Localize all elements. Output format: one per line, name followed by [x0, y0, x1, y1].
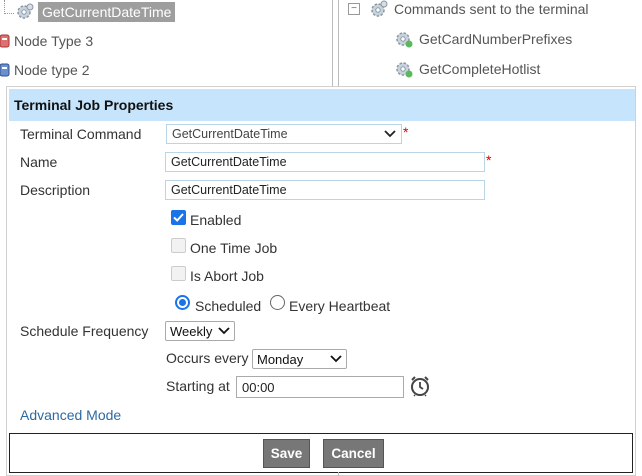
terminal-job-properties-dialog: Terminal Job Properties Terminal Command…	[6, 86, 636, 476]
required-marker: *	[486, 152, 492, 168]
tree-group-label: Commands sent to the terminal	[394, 1, 589, 17]
one-time-job-checkbox[interactable]	[171, 238, 186, 253]
dialog-footer: Save Cancel	[9, 433, 633, 473]
every-heartbeat-radio[interactable]	[270, 295, 285, 310]
occurs-every-value: Monday	[257, 351, 304, 367]
occurs-every-label: Occurs every	[166, 350, 249, 366]
starting-at-label: Starting at	[166, 378, 230, 394]
name-label: Name	[20, 154, 58, 170]
occurs-every-select[interactable]: Monday	[252, 349, 347, 369]
gear-icon	[394, 59, 414, 79]
scheduled-label: Scheduled	[195, 298, 262, 314]
tree-command-item[interactable]: GetCompleteHotlist	[394, 59, 540, 79]
one-time-job-label: One Time Job	[190, 240, 278, 256]
tree-node-label[interactable]: GetCurrentDateTime	[38, 2, 176, 22]
tree-node-type-3[interactable]: Node Type 3	[0, 33, 93, 49]
gear-icon	[16, 3, 34, 21]
is-abort-job-label: Is Abort Job	[190, 268, 264, 284]
tree-node-type-2[interactable]: Node type 2	[0, 62, 90, 78]
starting-at-input[interactable]	[236, 376, 404, 398]
schedule-frequency-value: Weekly	[170, 323, 213, 339]
node-type-icon	[0, 33, 10, 49]
tree-connector	[4, 0, 5, 14]
gear-icon	[394, 29, 414, 49]
gear-icon	[370, 0, 388, 18]
chevron-down-icon	[384, 130, 396, 138]
save-button[interactable]: Save	[263, 439, 310, 468]
tree-group-commands[interactable]: − Commands sent to the terminal	[348, 0, 589, 18]
right-panel-edge	[338, 472, 642, 476]
enabled-checkbox[interactable]	[171, 210, 186, 225]
name-input[interactable]	[165, 152, 485, 172]
chevron-down-icon	[218, 327, 230, 335]
required-marker: *	[403, 124, 409, 140]
tree-node-selected[interactable]: GetCurrentDateTime	[16, 2, 176, 22]
tree-node-label: Node type 2	[14, 62, 90, 78]
is-abort-job-checkbox[interactable]	[171, 266, 186, 281]
tree-connector	[4, 13, 14, 14]
description-input[interactable]	[165, 180, 485, 200]
tree-command-label: GetCompleteHotlist	[419, 61, 541, 77]
terminal-command-select[interactable]: GetCurrentDateTime	[166, 124, 402, 144]
cancel-button[interactable]: Cancel	[323, 439, 384, 468]
left-tree-panel: GetCurrentDateTime Node Type 3 Node type…	[0, 0, 333, 88]
schedule-frequency-label: Schedule Frequency	[20, 323, 149, 339]
description-label: Description	[20, 182, 91, 198]
advanced-mode-link[interactable]: Advanced Mode	[20, 407, 121, 423]
collapse-icon[interactable]: −	[348, 3, 360, 15]
node-type-icon	[0, 62, 10, 78]
right-tree-panel: − Commands sent to the terminal GetCardN…	[338, 0, 642, 88]
dialog-title: Terminal Job Properties	[9, 89, 635, 121]
schedule-frequency-select[interactable]: Weekly	[165, 321, 235, 341]
scheduled-radio[interactable]	[175, 295, 190, 310]
terminal-command-label: Terminal Command	[20, 126, 142, 142]
checkmark-icon	[173, 213, 184, 222]
tree-command-item[interactable]: GetCardNumberPrefixes	[394, 29, 572, 49]
terminal-command-value: GetCurrentDateTime	[172, 127, 288, 141]
every-heartbeat-label: Every Heartbeat	[289, 298, 391, 314]
tree-command-label: GetCardNumberPrefixes	[419, 31, 573, 47]
alarm-clock-icon[interactable]	[409, 375, 431, 397]
enabled-label: Enabled	[190, 212, 242, 228]
chevron-down-icon	[330, 355, 342, 363]
tree-node-label: Node Type 3	[14, 33, 94, 49]
